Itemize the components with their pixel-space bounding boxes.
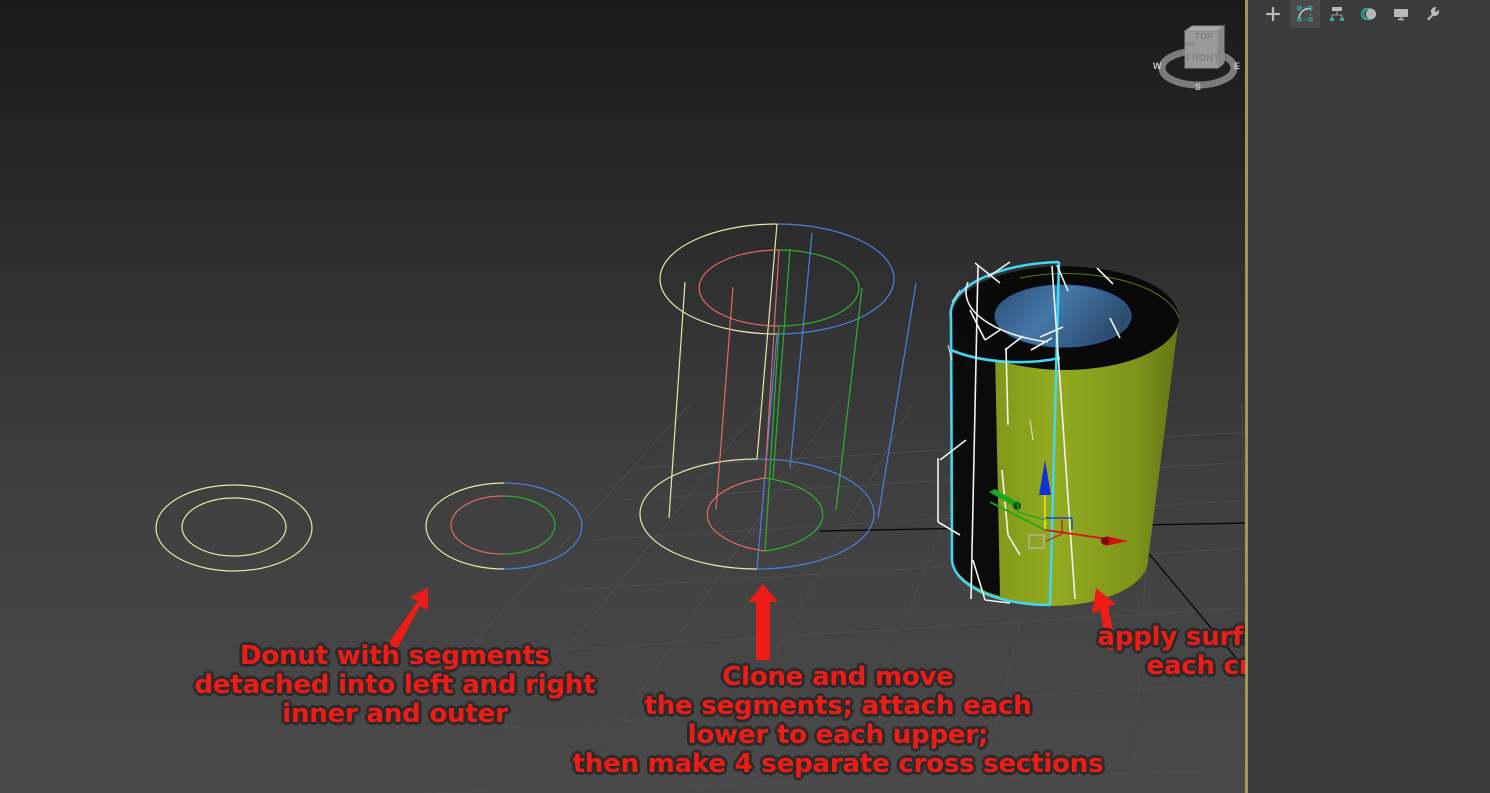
donut-outer-right-right-half xyxy=(503,482,583,570)
wire-inner-edge-right xyxy=(835,287,863,511)
wire-outer-top-right xyxy=(776,223,895,335)
display-monitor-icon xyxy=(1394,9,1408,21)
app-root: TOP FRONT W E S Donut with segments deta… xyxy=(0,0,1490,793)
tab-utilities[interactable] xyxy=(1418,0,1448,28)
wire-inner-top-right xyxy=(778,249,860,327)
donut-inner-right-left-half xyxy=(450,495,504,555)
wire-inner-seam-green-b xyxy=(772,248,791,479)
wire-inner-edge-left xyxy=(715,286,734,511)
donut-outer-right-left-half xyxy=(425,482,505,570)
viewport-3d-scene xyxy=(155,223,1248,793)
motion-circles-icon xyxy=(1360,7,1377,21)
tab-create[interactable] xyxy=(1258,0,1288,28)
wire-outer-seam-blue-b xyxy=(789,232,813,469)
donut-inner-right-right-half xyxy=(502,495,556,555)
tab-modify[interactable] xyxy=(1290,0,1320,28)
modify-curve-icon xyxy=(1296,5,1313,22)
wrench-icon xyxy=(1427,7,1440,21)
view-cube-south-label[interactable]: S xyxy=(1195,82,1201,92)
command-panel: Half_L Modifier List Edit Poly Unwrap UV… xyxy=(1248,0,1490,793)
view-cube-front-label: FRONT xyxy=(1186,53,1220,63)
viewport-perspective[interactable]: TOP FRONT W E S Donut with segments deta… xyxy=(0,0,1248,793)
plus-icon xyxy=(1265,6,1281,22)
wire-outer-seam-left xyxy=(756,223,778,460)
tab-display[interactable] xyxy=(1386,0,1416,28)
view-cube-east-label[interactable]: E xyxy=(1234,61,1240,71)
wire-inner-top-left xyxy=(698,249,780,327)
donut-inner-left xyxy=(181,497,287,557)
wire-outer-bot-left xyxy=(639,458,758,570)
solid-tube-bore-blue xyxy=(994,284,1132,348)
tab-motion[interactable] xyxy=(1354,0,1384,28)
view-cube-west-label[interactable]: W xyxy=(1153,61,1162,71)
hierarchy-icon xyxy=(1330,7,1344,21)
wire-inner-bot-left xyxy=(706,477,766,552)
wire-outer-top-left xyxy=(659,223,778,335)
wire-outer-edge-left xyxy=(668,281,686,519)
tab-hierarchy[interactable] xyxy=(1322,0,1352,28)
wire-outer-bot-right xyxy=(756,458,875,570)
view-cube[interactable]: TOP FRONT W E S xyxy=(1152,18,1244,102)
command-panel-tabs xyxy=(1258,0,1448,28)
view-cube-top-label: TOP xyxy=(1195,32,1213,41)
